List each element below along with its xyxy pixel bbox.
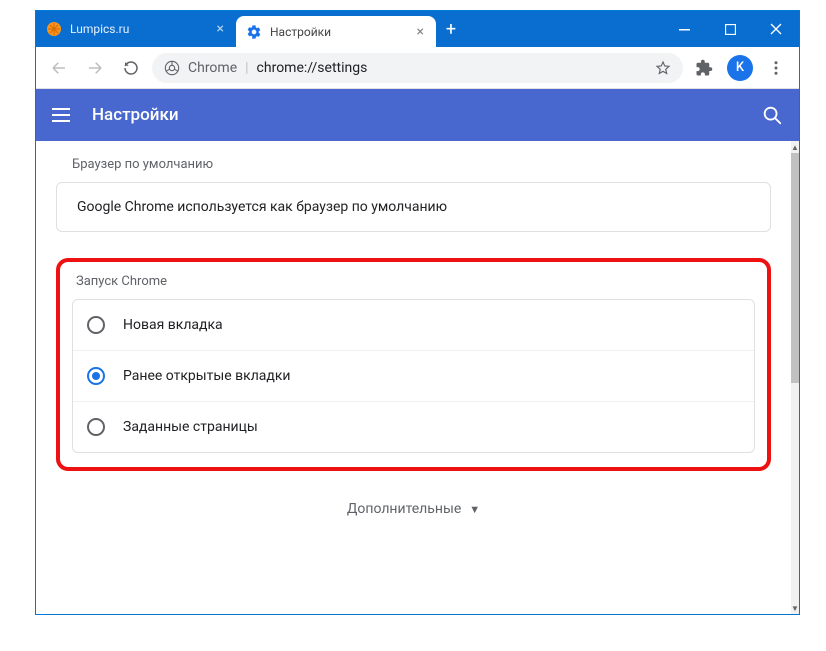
bookmark-star-button[interactable] bbox=[655, 60, 671, 76]
scroll-down-arrow-icon[interactable]: ▼ bbox=[791, 602, 799, 614]
close-window-button[interactable] bbox=[753, 11, 799, 47]
gear-icon bbox=[246, 24, 262, 40]
close-icon bbox=[770, 23, 782, 35]
scroll-up-arrow-icon[interactable]: ▲ bbox=[791, 141, 799, 153]
startup-option-specific-pages[interactable]: Заданные страницы bbox=[73, 401, 754, 452]
startup-option-new-tab[interactable]: Новая вкладка bbox=[73, 300, 754, 350]
tab-strip: Lumpics.ru × Настройки × + bbox=[36, 11, 799, 47]
address-bar[interactable]: Chrome | chrome://settings bbox=[152, 53, 683, 83]
default-browser-section-label: Браузер по умолчанию bbox=[72, 157, 771, 172]
advanced-toggle[interactable]: Дополнительные ▼ bbox=[56, 501, 771, 517]
tab-settings[interactable]: Настройки × bbox=[236, 16, 436, 47]
scrollbar-thumb[interactable] bbox=[791, 153, 799, 383]
close-icon[interactable]: × bbox=[415, 24, 426, 40]
tab-label: Lumpics.ru bbox=[70, 22, 129, 36]
chevron-down-icon: ▼ bbox=[469, 503, 480, 516]
radio-icon bbox=[87, 316, 105, 334]
advanced-label: Дополнительные bbox=[347, 501, 461, 517]
extensions-button[interactable] bbox=[689, 53, 719, 83]
browser-window: Lumpics.ru × Настройки × + bbox=[35, 10, 800, 615]
startup-section-label: Запуск Chrome bbox=[76, 274, 755, 289]
settings-title: Настройки bbox=[92, 105, 179, 125]
arrow-left-icon bbox=[50, 59, 68, 77]
kebab-icon bbox=[767, 59, 785, 77]
settings-header: Настройки bbox=[36, 89, 799, 141]
startup-highlight-box: Запуск Chrome Новая вкладка Ранее открыт… bbox=[56, 258, 771, 471]
minimize-icon bbox=[679, 24, 690, 35]
default-browser-card: Google Chrome используется как браузер п… bbox=[56, 182, 771, 232]
lumpics-favicon-icon bbox=[46, 21, 62, 37]
omnibox-divider: | bbox=[245, 60, 248, 76]
puzzle-icon bbox=[695, 59, 713, 77]
new-tab-button[interactable]: + bbox=[436, 11, 466, 47]
default-browser-status: Google Chrome используется как браузер п… bbox=[57, 183, 770, 231]
arrow-right-icon bbox=[86, 59, 104, 77]
startup-radio-list: Новая вкладка Ранее открытые вкладки Зад… bbox=[72, 299, 755, 453]
avatar: K bbox=[727, 55, 753, 81]
reload-icon bbox=[122, 59, 140, 77]
hamburger-menu-button[interactable] bbox=[52, 103, 76, 127]
close-icon[interactable]: × bbox=[215, 21, 226, 37]
startup-option-continue[interactable]: Ранее открытые вкладки bbox=[73, 350, 754, 401]
browser-toolbar: Chrome | chrome://settings K bbox=[36, 47, 799, 89]
radio-label: Ранее открытые вкладки bbox=[123, 368, 291, 384]
tab-lumpics[interactable]: Lumpics.ru × bbox=[36, 11, 236, 47]
tab-label: Настройки bbox=[270, 25, 331, 39]
maximize-button[interactable] bbox=[707, 11, 753, 47]
radio-icon bbox=[87, 418, 105, 436]
omnibox-site-label: Chrome bbox=[188, 60, 237, 76]
star-icon bbox=[655, 60, 671, 76]
search-settings-button[interactable] bbox=[761, 104, 783, 126]
radio-label: Новая вкладка bbox=[123, 317, 223, 333]
forward-button[interactable] bbox=[80, 53, 110, 83]
back-button[interactable] bbox=[44, 53, 74, 83]
search-icon bbox=[761, 104, 783, 126]
settings-content: ▲ ▼ Браузер по умолчанию Google Chrome и… bbox=[36, 141, 799, 614]
minimize-button[interactable] bbox=[661, 11, 707, 47]
omnibox-url: chrome://settings bbox=[257, 60, 368, 76]
radio-label: Заданные страницы bbox=[123, 419, 258, 435]
radio-icon bbox=[87, 367, 105, 385]
profile-button[interactable]: K bbox=[725, 53, 755, 83]
reload-button[interactable] bbox=[116, 53, 146, 83]
kebab-menu-button[interactable] bbox=[761, 53, 791, 83]
maximize-icon bbox=[725, 24, 736, 35]
settings-scroll-area: Браузер по умолчанию Google Chrome испол… bbox=[36, 141, 791, 614]
window-controls bbox=[661, 11, 799, 47]
chrome-logo-icon bbox=[164, 60, 180, 76]
